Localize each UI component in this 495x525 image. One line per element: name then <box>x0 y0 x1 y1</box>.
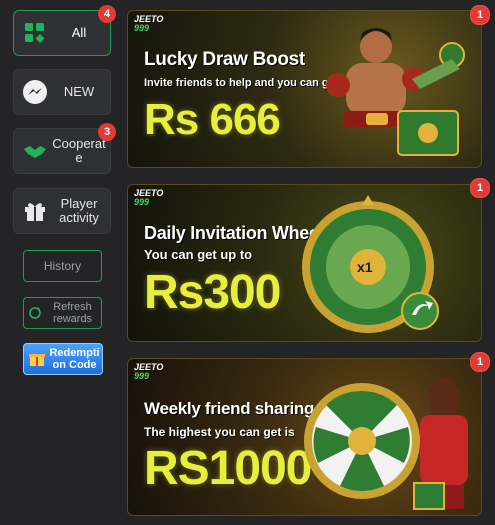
sidebar-item-label: NEW <box>63 84 95 99</box>
refresh-label: Refresh rewards <box>52 301 93 325</box>
banner-amount: RS1000 <box>144 442 312 495</box>
notification-badge: 4 <box>98 5 116 23</box>
jeeto-logo: JEETO 999 <box>134 14 164 33</box>
sidebar-item-new[interactable]: NEW <box>13 69 111 115</box>
jeeto-logo: JEETO 999 <box>134 188 164 207</box>
banner-lucky-draw[interactable]: JEETO 999 Lucky Draw Boost Invite friends… <box>127 10 482 168</box>
messenger-icon <box>21 78 49 106</box>
notification-badge: 3 <box>98 123 116 141</box>
banner-title: Lucky Draw Boost <box>144 49 305 70</box>
banner-title: Daily Invitation Wheel <box>144 223 324 243</box>
banner-amount: Rs 666 <box>144 95 281 144</box>
banner-badge: 1 <box>470 5 490 25</box>
banner-badge: 1 <box>470 352 490 372</box>
grid-icon <box>21 19 49 47</box>
banner-subtitle: You can get up to <box>144 247 253 262</box>
sidebar-item-player-activity[interactable]: Player activity <box>13 188 111 234</box>
banner-daily-invitation-wheel[interactable]: JEETO 999 Daily Invitation Wheel You can … <box>127 184 482 342</box>
redeem-gift-icon <box>28 350 46 371</box>
banner-subtitle: The highest you can get is <box>144 425 295 439</box>
jeeto-logo: JEETO 999 <box>134 362 164 381</box>
gift-icon <box>21 197 49 225</box>
wheel-and-girl-illustration <box>304 378 468 510</box>
redemption-code-button[interactable]: Redemption Code <box>23 343 103 375</box>
sidebar-item-cooperate[interactable]: Cooperate <box>13 128 111 174</box>
refresh-rewards-button[interactable]: Refresh rewards <box>23 297 102 329</box>
sidebar-item-label: All <box>71 25 87 40</box>
wheel-center-label: x1 <box>357 259 373 275</box>
banner-weekly-friend-sharing[interactable]: JEETO 999 Weekly friend sharing The highe… <box>127 358 482 516</box>
redeem-label: Redemption Code <box>49 347 100 371</box>
banner-amount: Rs300 <box>144 266 281 319</box>
refresh-icon <box>28 306 42 323</box>
banner-subtitle: Invite friends to help and you can get <box>144 77 339 89</box>
sidebar-item-label: Cooperate <box>52 136 106 165</box>
fighter-illustration <box>326 28 465 156</box>
sidebar-item-all[interactable]: All <box>13 10 111 56</box>
history-button[interactable]: History <box>23 250 102 282</box>
history-label: History <box>43 259 82 273</box>
sidebar-item-label: Player activity <box>59 196 99 225</box>
prize-wheel-illustration <box>302 195 439 333</box>
banner-badge: 1 <box>470 178 490 198</box>
handshake-icon <box>21 137 49 165</box>
banner-title: Weekly friend sharing <box>144 399 315 418</box>
